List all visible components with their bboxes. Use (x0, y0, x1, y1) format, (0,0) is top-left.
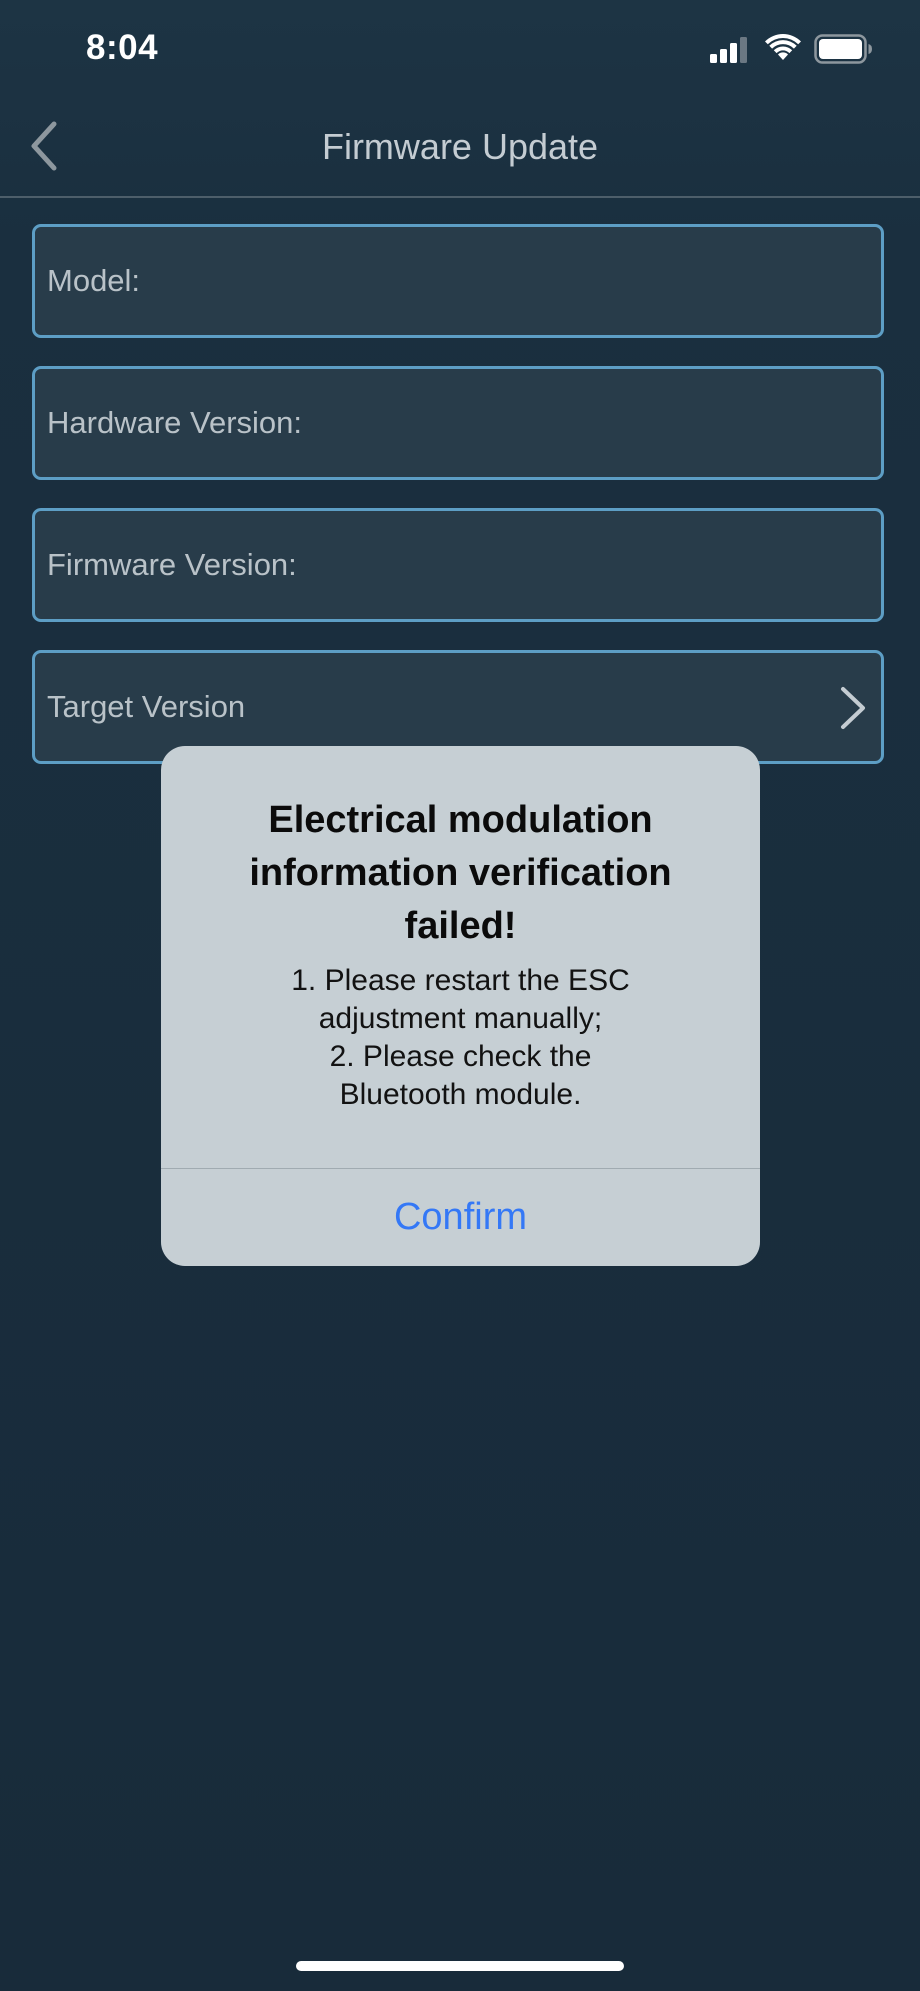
navigation-bar: Firmware Update (0, 100, 920, 198)
alert-dialog: Electrical modulation information verifi… (161, 746, 760, 1266)
alert-message: 1. Please restart the ESC adjustment man… (191, 962, 730, 1114)
hardware-version-label: Hardware Version: (47, 405, 303, 440)
target-version-label: Target Version (47, 689, 246, 724)
status-bar: 8:04 (0, 0, 920, 100)
hardware-version-field: Hardware Version: (32, 366, 884, 480)
status-time: 8:04 (86, 28, 159, 67)
model-field: Model: (32, 224, 884, 338)
chevron-right-icon (841, 687, 865, 729)
page-title: Firmware Update (321, 126, 599, 167)
alert-message-line: 1. Please restart the ESC (291, 964, 630, 997)
alert-title: Electrical modulation information verifi… (249, 799, 672, 947)
battery-icon (814, 34, 872, 64)
alert-message-line: adjustment manually; (318, 1002, 603, 1035)
firmware-version-label: Firmware Version: (47, 547, 297, 582)
confirm-button[interactable]: Confirm (161, 1169, 760, 1266)
wifi-icon (765, 34, 801, 60)
firmware-version-field: Firmware Version: (32, 508, 884, 622)
alert-message-line: 2. Please check the (329, 1040, 592, 1073)
home-indicator[interactable] (296, 1961, 624, 1971)
alert-message-line: Bluetooth module. (339, 1078, 582, 1111)
cellular-signal-icon (710, 37, 747, 63)
model-label: Model: (47, 263, 141, 298)
firmware-update-screen: 8:04 Firmware Update Model: Hardware Ver… (0, 0, 920, 1991)
